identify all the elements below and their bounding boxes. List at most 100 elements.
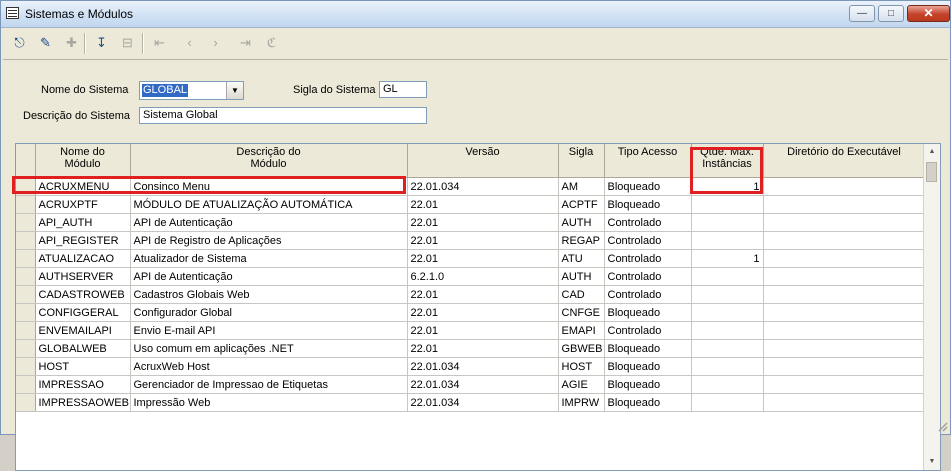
cell-versao[interactable]: 22.01	[407, 285, 559, 304]
cell-tipo-acesso[interactable]: Bloqueado	[604, 357, 692, 376]
table-row[interactable]: ACRUXMENU Consinco Menu 22.01.034 AM Bloquea…	[16, 177, 926, 196]
row-selector[interactable]	[16, 195, 36, 214]
cell-sigla[interactable]: AM	[558, 177, 605, 196]
cell-descricao[interactable]: API de Autenticação	[130, 267, 408, 286]
cell-nome[interactable]: AUTHSERVER	[35, 267, 131, 286]
exit-icon[interactable]: ⎋	[8, 32, 31, 55]
cell-sigla[interactable]: AUTH	[558, 267, 605, 286]
cell-diretorio[interactable]	[763, 303, 926, 322]
cell-descricao[interactable]: Gerenciador de Impressao de Etiquetas	[130, 375, 408, 394]
cell-diretorio[interactable]	[763, 177, 926, 196]
table-row[interactable]: CADASTROWEB Cadastros Globais Web 22.01 CAD…	[16, 285, 926, 304]
cell-versao[interactable]: 22.01	[407, 213, 559, 232]
cell-tipo-acesso[interactable]: Controlado	[604, 267, 692, 286]
system-description-field[interactable]: Sistema Global	[139, 107, 427, 124]
cell-sigla[interactable]: AGIE	[558, 375, 605, 394]
cell-nome[interactable]: GLOBALWEB	[35, 339, 131, 358]
cell-sigla[interactable]: EMAPI	[558, 321, 605, 340]
cell-nome[interactable]: ENVEMAILAPI	[35, 321, 131, 340]
table-row[interactable]: AUTHSERVER API de Autenticação 6.2.1.0 AUTH…	[16, 267, 926, 286]
cell-qtde-max[interactable]	[691, 303, 764, 322]
cell-qtde-max[interactable]	[691, 285, 764, 304]
column-header-descricao[interactable]: Descrição do Módulo	[130, 144, 408, 178]
previous-record-icon[interactable]: ‹	[178, 32, 201, 55]
cell-qtde-max[interactable]	[691, 375, 764, 394]
cell-tipo-acesso[interactable]: Bloqueado	[604, 339, 692, 358]
cell-tipo-acesso[interactable]: Bloqueado	[604, 375, 692, 394]
cell-nome[interactable]: CONFIGGERAL	[35, 303, 131, 322]
cell-sigla[interactable]: CNFGE	[558, 303, 605, 322]
table-row[interactable]: ACRUXPTF MÓDULO DE ATUALIZAÇÃO AUTOMÁTICA…	[16, 195, 926, 214]
cell-descricao[interactable]: Cadastros Globais Web	[130, 285, 408, 304]
query-icon[interactable]: ℭ	[260, 32, 283, 55]
resize-grip-icon[interactable]	[936, 420, 948, 432]
table-row[interactable]: IMPRESSAO Gerenciador de Impressao de Eti…	[16, 375, 926, 394]
table-row[interactable]: GLOBALWEB Uso comum em aplicações .NET 22.…	[16, 339, 926, 358]
minimize-button[interactable]: —	[849, 5, 875, 22]
cell-nome[interactable]: API_AUTH	[35, 213, 131, 232]
cell-diretorio[interactable]	[763, 267, 926, 286]
cell-tipo-acesso[interactable]: Controlado	[604, 213, 692, 232]
row-selector[interactable]	[16, 303, 36, 322]
cell-qtde-max[interactable]	[691, 321, 764, 340]
cell-qtde-max[interactable]	[691, 213, 764, 232]
cell-diretorio[interactable]	[763, 357, 926, 376]
cell-qtde-max[interactable]: 1	[691, 249, 764, 268]
cell-sigla[interactable]: GBWEB	[558, 339, 605, 358]
chevron-down-icon[interactable]: ▼	[226, 82, 243, 99]
cell-diretorio[interactable]	[763, 339, 926, 358]
cell-nome[interactable]: IMPRESSAOWEB	[35, 393, 131, 412]
cell-tipo-acesso[interactable]: Controlado	[604, 249, 692, 268]
cell-qtde-max[interactable]	[691, 195, 764, 214]
row-selector[interactable]	[16, 249, 36, 268]
row-selector[interactable]	[16, 321, 36, 340]
cell-nome[interactable]: HOST	[35, 357, 131, 376]
cell-versao[interactable]: 22.01	[407, 321, 559, 340]
cell-diretorio[interactable]	[763, 375, 926, 394]
table-row[interactable]: CONFIGGERAL Configurador Global 22.01 CNFGE…	[16, 303, 926, 322]
cell-descricao[interactable]: MÓDULO DE ATUALIZAÇÃO AUTOMÁTICA	[130, 195, 408, 214]
last-record-icon[interactable]: ⇥	[234, 32, 257, 55]
cell-descricao[interactable]: Atualizador de Sistema	[130, 249, 408, 268]
cell-versao[interactable]: 22.01	[407, 231, 559, 250]
scroll-thumb[interactable]	[926, 162, 937, 182]
row-selector[interactable]	[16, 213, 36, 232]
cell-tipo-acesso[interactable]: Controlado	[604, 285, 692, 304]
next-record-icon[interactable]: ›	[204, 32, 227, 55]
cell-versao[interactable]: 22.01	[407, 303, 559, 322]
cell-nome[interactable]: ATUALIZACAO	[35, 249, 131, 268]
scroll-down-icon[interactable]: ▼	[924, 454, 940, 470]
cell-tipo-acesso[interactable]: Bloqueado	[604, 195, 692, 214]
cell-tipo-acesso[interactable]: Bloqueado	[604, 303, 692, 322]
cell-versao[interactable]: 22.01.034	[407, 393, 559, 412]
cell-sigla[interactable]: CAD	[558, 285, 605, 304]
row-selector[interactable]	[16, 267, 36, 286]
cell-tipo-acesso[interactable]: Controlado	[604, 321, 692, 340]
eraser-icon[interactable]: ✎	[34, 32, 57, 55]
cell-sigla[interactable]: ACPTF	[558, 195, 605, 214]
cell-sigla[interactable]: HOST	[558, 357, 605, 376]
cell-nome[interactable]: CADASTROWEB	[35, 285, 131, 304]
row-selector[interactable]	[16, 285, 36, 304]
cell-sigla[interactable]: AUTH	[558, 213, 605, 232]
new-record-icon[interactable]: ✚	[60, 32, 83, 55]
cell-descricao[interactable]: API de Registro de Aplicações	[130, 231, 408, 250]
cell-diretorio[interactable]	[763, 213, 926, 232]
maximize-button[interactable]: □	[878, 5, 904, 22]
row-selector[interactable]	[16, 375, 36, 394]
cell-diretorio[interactable]	[763, 285, 926, 304]
cell-descricao[interactable]: Configurador Global	[130, 303, 408, 322]
cell-qtde-max[interactable]	[691, 339, 764, 358]
cell-sigla[interactable]: IMPRW	[558, 393, 605, 412]
cell-diretorio[interactable]	[763, 393, 926, 412]
column-header-tipo-acesso[interactable]: Tipo Acesso	[604, 144, 692, 178]
column-header-sigla[interactable]: Sigla	[558, 144, 605, 178]
cell-descricao[interactable]: Uso comum em aplicações .NET	[130, 339, 408, 358]
cell-qtde-max[interactable]	[691, 393, 764, 412]
row-selector[interactable]	[16, 177, 36, 196]
table-row[interactable]: ENVEMAILAPI Envio E-mail API 22.01 EMAPI Con…	[16, 321, 926, 340]
cell-diretorio[interactable]	[763, 195, 926, 214]
table-row[interactable]: API_AUTH API de Autenticação 22.01 AUTH Cont…	[16, 213, 926, 232]
cell-versao[interactable]: 22.01	[407, 249, 559, 268]
cell-diretorio[interactable]	[763, 321, 926, 340]
